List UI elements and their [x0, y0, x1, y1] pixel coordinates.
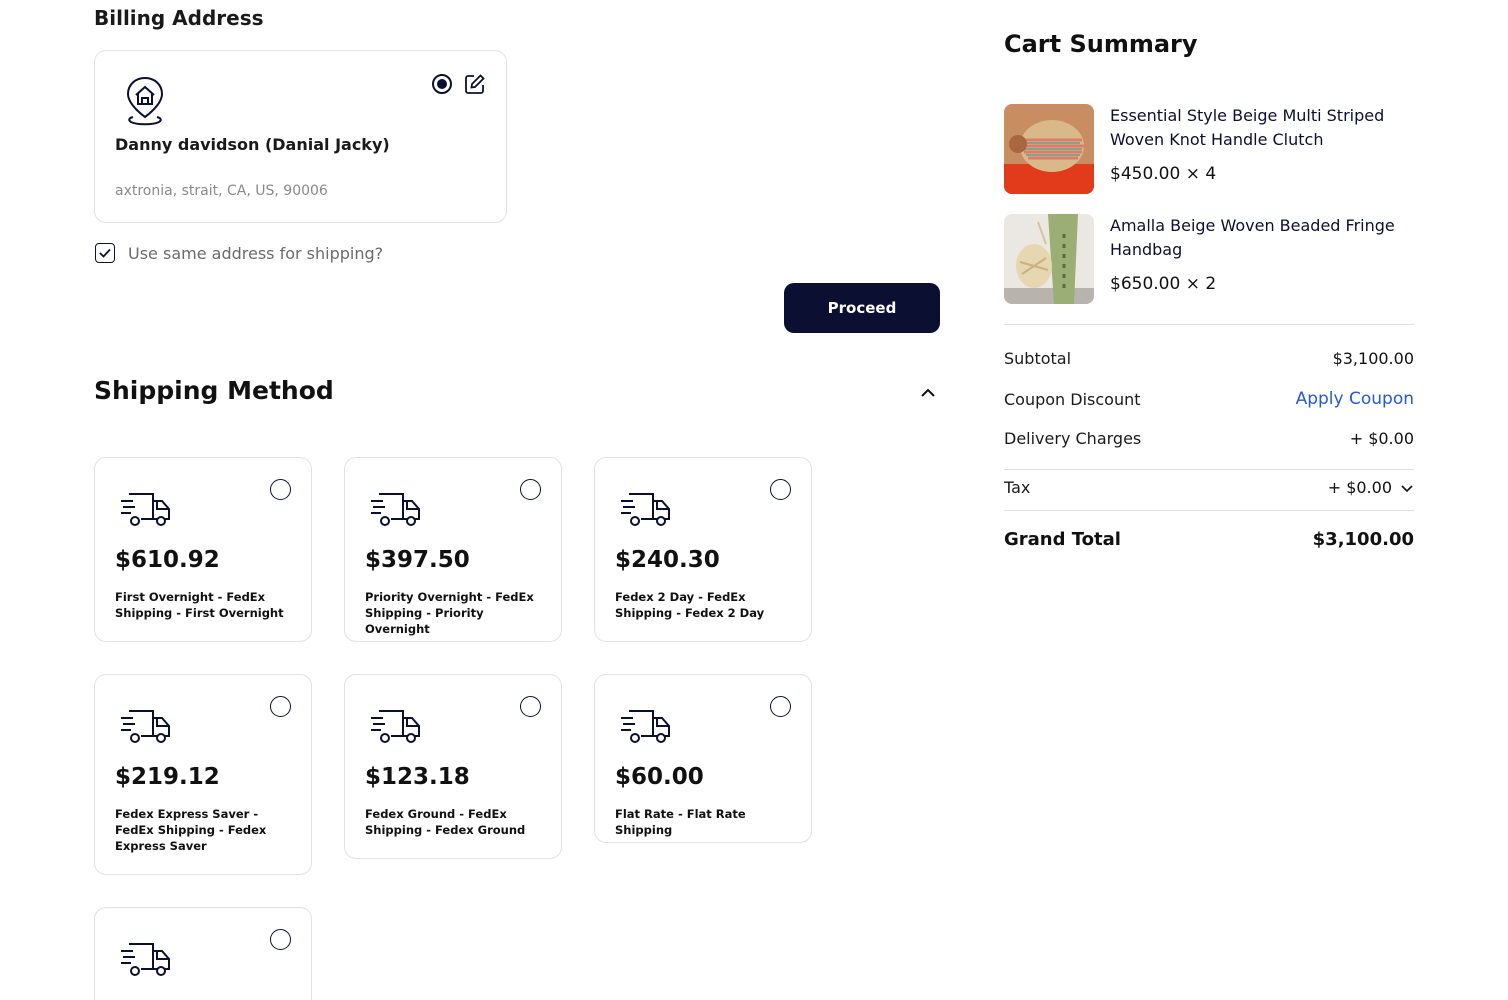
shipping-option-card[interactable]: [94, 907, 312, 1000]
same-address-option[interactable]: Use same address for shipping?: [95, 243, 383, 263]
tax-label: Tax: [1004, 478, 1031, 497]
truck-icon: [121, 707, 171, 745]
truck-icon: [621, 490, 671, 528]
shipping-description: Fedex 2 Day - FedEx Shipping - Fedex 2 D…: [615, 590, 765, 620]
shipping-description: Flat Rate - Flat Rate Shipping: [615, 807, 746, 837]
cart-item-price: $450.00 × 4: [1110, 164, 1217, 184]
chevron-up-icon[interactable]: [918, 383, 938, 403]
billing-address-card[interactable]: Danny davidson (Danial Jacky) axtronia, …: [94, 50, 507, 223]
grand-total-label: Grand Total: [1004, 529, 1121, 550]
billing-address-title: Billing Address: [94, 6, 264, 30]
location-home-icon: [126, 76, 164, 126]
subtotal-label: Subtotal: [1004, 349, 1072, 368]
shipping-price: $397.50: [365, 547, 470, 573]
truck-icon: [121, 940, 171, 978]
truck-icon: [371, 707, 421, 745]
shipping-option-card[interactable]: $240.30 Fedex 2 Day - FedEx Shipping - Fe…: [594, 457, 812, 642]
cart-item-name[interactable]: Essential Style Beige Multi Striped Wove…: [1110, 104, 1410, 152]
shipping-method-title: Shipping Method: [94, 376, 334, 405]
apply-coupon-link[interactable]: Apply Coupon: [1296, 389, 1414, 409]
grand-total-value: $3,100.00: [1312, 529, 1414, 550]
divider: [1004, 510, 1414, 511]
shipping-price: $123.18: [365, 764, 470, 790]
shipping-option-radio[interactable]: [520, 479, 541, 500]
shipping-option-card[interactable]: $397.50 Priority Overnight - FedEx Shippi…: [344, 457, 562, 642]
shipping-description: First Overnight - FedEx Shipping - First…: [115, 590, 284, 620]
shipping-option-card[interactable]: $610.92 First Overnight - FedEx Shipping …: [94, 457, 312, 642]
shipping-option-radio[interactable]: [270, 696, 291, 717]
shipping-option-card[interactable]: $219.12 Fedex Express Saver - FedEx Shipp…: [94, 674, 312, 875]
delivery-label: Delivery Charges: [1004, 429, 1142, 448]
shipping-option-radio[interactable]: [520, 696, 541, 717]
cart-item-price: $650.00 × 2: [1110, 274, 1217, 294]
tax-value: + $0.00: [1327, 478, 1392, 497]
same-address-checkbox[interactable]: [95, 243, 115, 263]
shipping-price: $60.00: [615, 764, 704, 790]
subtotal-value: $3,100.00: [1332, 349, 1414, 368]
divider: [1004, 324, 1414, 325]
shipping-description: Fedex Ground - FedEx Shipping - Fedex Gr…: [365, 807, 526, 837]
grand-total-row: Grand Total $3,100.00: [1004, 529, 1414, 550]
truck-icon: [371, 490, 421, 528]
truck-icon: [621, 707, 671, 745]
delivery-row: Delivery Charges + $0.00: [1004, 429, 1414, 448]
chevron-down-icon[interactable]: [1400, 481, 1414, 495]
shipping-price: $219.12: [115, 764, 220, 790]
shipping-description: Priority Overnight - FedEx Shipping - Pr…: [365, 590, 534, 636]
shipping-option-radio[interactable]: [270, 479, 291, 500]
shipping-option-radio[interactable]: [770, 696, 791, 717]
cart-item[interactable]: Amalla Beige Woven Beaded Fringe Handbag…: [1004, 214, 1414, 304]
coupon-label: Coupon Discount: [1004, 389, 1141, 409]
tax-row[interactable]: Tax + $0.00: [1004, 478, 1414, 497]
product-image[interactable]: [1004, 214, 1094, 304]
shipping-option-card[interactable]: $123.18 Fedex Ground - FedEx Shipping - F…: [344, 674, 562, 859]
same-address-label: Use same address for shipping?: [128, 243, 384, 263]
divider: [1004, 469, 1414, 470]
coupon-row: Coupon Discount Apply Coupon: [1004, 389, 1414, 409]
billing-name: Danny davidson (Danial Jacky): [115, 135, 390, 154]
shipping-option-radio[interactable]: [270, 929, 291, 950]
billing-address-text: axtronia, strait, CA, US, 90006: [115, 183, 328, 199]
product-image[interactable]: [1004, 104, 1094, 194]
edit-icon[interactable]: [464, 73, 486, 95]
cart-item-name[interactable]: Amalla Beige Woven Beaded Fringe Handbag: [1110, 214, 1410, 262]
check-icon: [99, 248, 111, 258]
shipping-price: $240.30: [615, 547, 720, 573]
shipping-option-card[interactable]: $60.00 Flat Rate - Flat Rate Shipping: [594, 674, 812, 843]
truck-icon: [121, 490, 171, 528]
cart-item[interactable]: Essential Style Beige Multi Striped Wove…: [1004, 104, 1414, 194]
delivery-value: + $0.00: [1349, 429, 1414, 448]
shipping-description: Fedex Express Saver - FedEx Shipping - F…: [115, 807, 267, 853]
proceed-button[interactable]: Proceed: [784, 283, 940, 333]
shipping-option-radio[interactable]: [770, 479, 791, 500]
subtotal-row: Subtotal $3,100.00: [1004, 349, 1414, 368]
shipping-price: $610.92: [115, 547, 220, 573]
cart-summary-title: Cart Summary: [1004, 30, 1198, 58]
billing-address-radio[interactable]: [432, 74, 452, 94]
